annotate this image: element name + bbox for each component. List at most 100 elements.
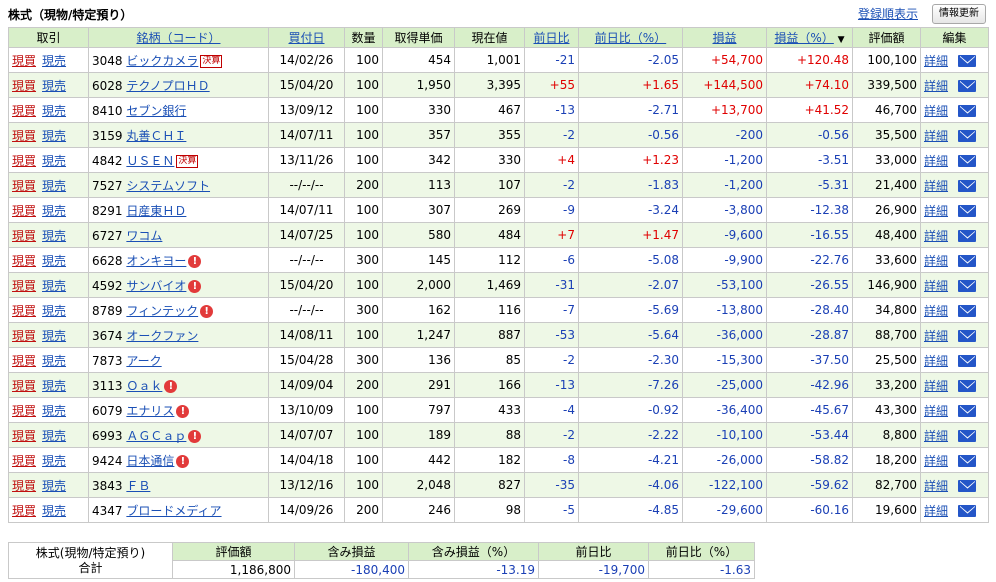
stock-name-link[interactable]: ビックカメラ xyxy=(126,54,198,68)
mail-icon[interactable] xyxy=(958,355,977,367)
mail-icon[interactable] xyxy=(958,255,977,267)
mail-icon[interactable] xyxy=(958,505,977,517)
sell-link[interactable]: 現売 xyxy=(42,354,66,368)
detail-link[interactable]: 詳細 xyxy=(924,54,948,68)
mail-icon[interactable] xyxy=(958,230,977,242)
alert-icon[interactable]: ! xyxy=(188,254,202,268)
detail-link[interactable]: 詳細 xyxy=(924,404,948,418)
stock-name-link[interactable]: セブン銀行 xyxy=(126,104,186,118)
mail-icon[interactable] xyxy=(958,55,977,67)
sell-link[interactable]: 現売 xyxy=(42,229,66,243)
buy-link[interactable]: 現買 xyxy=(12,279,36,293)
stock-name-link[interactable]: システムソフト xyxy=(126,179,210,193)
buy-link[interactable]: 現買 xyxy=(12,329,36,343)
buy-link[interactable]: 現買 xyxy=(12,254,36,268)
earnings-badge[interactable]: 決算 xyxy=(176,154,199,168)
sell-link[interactable]: 現売 xyxy=(42,279,66,293)
alert-icon[interactable]: ! xyxy=(188,429,202,443)
mail-icon[interactable] xyxy=(958,380,977,392)
detail-link[interactable]: 詳細 xyxy=(924,229,948,243)
mail-icon[interactable] xyxy=(958,480,977,492)
buy-link[interactable]: 現買 xyxy=(12,204,36,218)
detail-link[interactable]: 詳細 xyxy=(924,154,948,168)
buy-link[interactable]: 現買 xyxy=(12,304,36,318)
stock-name-link[interactable]: ＦＢ xyxy=(126,479,150,493)
sell-link[interactable]: 現売 xyxy=(42,204,66,218)
detail-link[interactable]: 詳細 xyxy=(924,279,948,293)
sell-link[interactable]: 現売 xyxy=(42,329,66,343)
stock-name-link[interactable]: エナリス xyxy=(126,404,174,418)
mail-icon[interactable] xyxy=(958,405,977,417)
mail-icon[interactable] xyxy=(958,280,977,292)
buy-link[interactable]: 現買 xyxy=(12,404,36,418)
buy-link[interactable]: 現買 xyxy=(12,454,36,468)
buy-link[interactable]: 現買 xyxy=(12,129,36,143)
sell-link[interactable]: 現売 xyxy=(42,379,66,393)
stock-name-link[interactable]: サンバイオ xyxy=(126,279,186,293)
stock-name-link[interactable]: ワコム xyxy=(126,229,162,243)
sell-link[interactable]: 現売 xyxy=(42,79,66,93)
detail-link[interactable]: 詳細 xyxy=(924,454,948,468)
col-pl-pct-label[interactable]: 損益（%） xyxy=(774,31,833,45)
buy-link[interactable]: 現買 xyxy=(12,79,36,93)
detail-link[interactable]: 詳細 xyxy=(924,479,948,493)
sell-link[interactable]: 現売 xyxy=(42,104,66,118)
alert-icon[interactable]: ! xyxy=(188,279,202,293)
detail-link[interactable]: 詳細 xyxy=(924,304,948,318)
registered-order-link[interactable]: 登録順表示 xyxy=(858,5,918,22)
stock-name-link[interactable]: フィンテック xyxy=(126,304,198,318)
mail-icon[interactable] xyxy=(958,205,977,217)
stock-name-link[interactable]: オンキヨー xyxy=(126,254,186,268)
mail-icon[interactable] xyxy=(958,130,977,142)
buy-link[interactable]: 現買 xyxy=(12,504,36,518)
col-pl-pct-sort[interactable]: 損益（%） ▼ xyxy=(766,27,853,48)
stock-name-link[interactable]: ＵＳＥＮ xyxy=(126,154,174,168)
col-date-sort[interactable]: 買付日 xyxy=(268,27,345,48)
detail-link[interactable]: 詳細 xyxy=(924,379,948,393)
detail-link[interactable]: 詳細 xyxy=(924,254,948,268)
earnings-badge[interactable]: 決算 xyxy=(200,54,223,68)
col-change-pct-sort[interactable]: 前日比（%） xyxy=(578,27,683,48)
sell-link[interactable]: 現売 xyxy=(42,479,66,493)
detail-link[interactable]: 詳細 xyxy=(924,329,948,343)
buy-link[interactable]: 現買 xyxy=(12,354,36,368)
sell-link[interactable]: 現売 xyxy=(42,404,66,418)
refresh-button[interactable]: 情報更新 xyxy=(932,4,986,24)
sell-link[interactable]: 現売 xyxy=(42,254,66,268)
alert-icon[interactable]: ! xyxy=(176,454,190,468)
sell-link[interactable]: 現売 xyxy=(42,129,66,143)
sell-link[interactable]: 現売 xyxy=(42,54,66,68)
detail-link[interactable]: 詳細 xyxy=(924,504,948,518)
mail-icon[interactable] xyxy=(958,430,977,442)
stock-name-link[interactable]: アーク xyxy=(126,354,161,368)
mail-icon[interactable] xyxy=(958,455,977,467)
stock-name-link[interactable]: ブロードメディア xyxy=(126,504,221,518)
mail-icon[interactable] xyxy=(958,105,977,117)
buy-link[interactable]: 現買 xyxy=(12,179,36,193)
alert-icon[interactable]: ! xyxy=(176,404,190,418)
sell-link[interactable]: 現売 xyxy=(42,504,66,518)
col-name-sort[interactable]: 銘柄（コード） xyxy=(88,27,269,48)
detail-link[interactable]: 詳細 xyxy=(924,104,948,118)
buy-link[interactable]: 現買 xyxy=(12,104,36,118)
buy-link[interactable]: 現買 xyxy=(12,154,36,168)
buy-link[interactable]: 現買 xyxy=(12,479,36,493)
buy-link[interactable]: 現買 xyxy=(12,429,36,443)
sell-link[interactable]: 現売 xyxy=(42,154,66,168)
buy-link[interactable]: 現買 xyxy=(12,379,36,393)
alert-icon[interactable]: ! xyxy=(200,304,214,318)
buy-link[interactable]: 現買 xyxy=(12,54,36,68)
col-pl-sort[interactable]: 損益 xyxy=(682,27,767,48)
stock-name-link[interactable]: Ｏａｋ xyxy=(126,379,162,393)
sell-link[interactable]: 現売 xyxy=(42,454,66,468)
stock-name-link[interactable]: テクノプロＨＤ xyxy=(126,79,209,93)
detail-link[interactable]: 詳細 xyxy=(924,79,948,93)
mail-icon[interactable] xyxy=(958,180,977,192)
buy-link[interactable]: 現買 xyxy=(12,229,36,243)
detail-link[interactable]: 詳細 xyxy=(924,179,948,193)
mail-icon[interactable] xyxy=(958,330,977,342)
sell-link[interactable]: 現売 xyxy=(42,429,66,443)
stock-name-link[interactable]: 丸善ＣＨＩ xyxy=(126,129,186,143)
mail-icon[interactable] xyxy=(958,80,977,92)
stock-name-link[interactable]: 日本通信 xyxy=(126,454,174,468)
